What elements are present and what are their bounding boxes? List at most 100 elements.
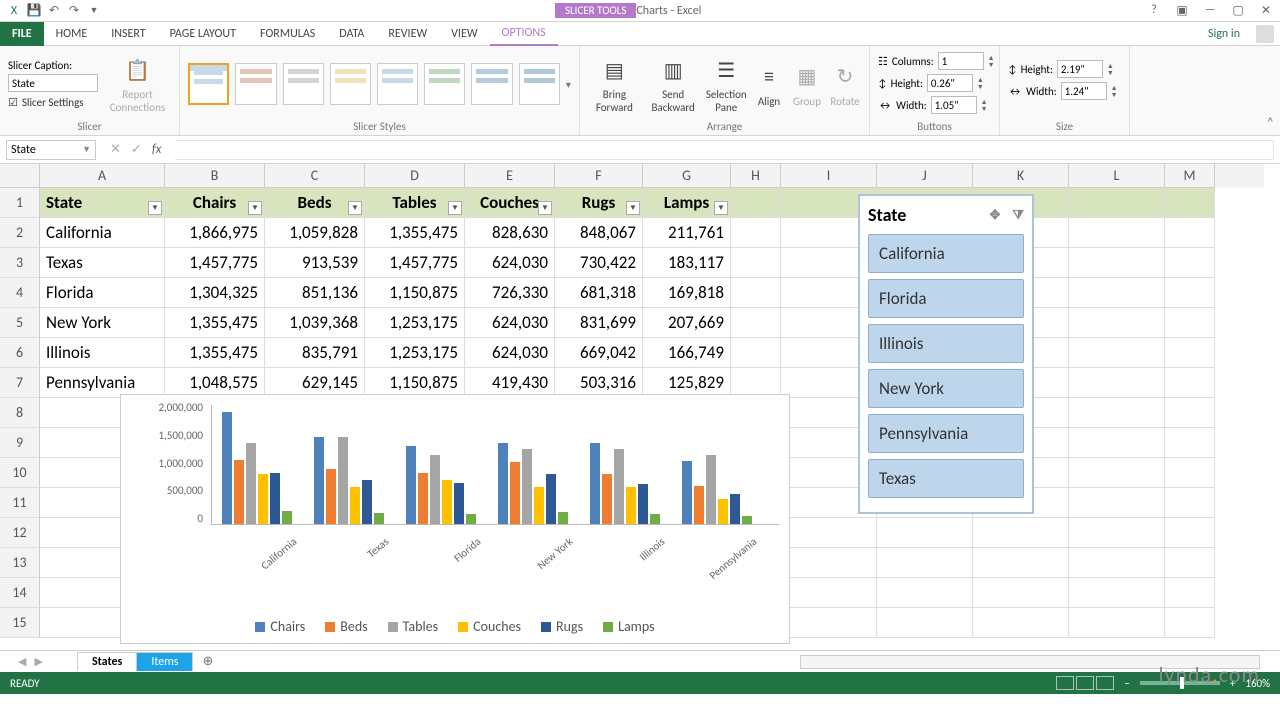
column-header[interactable]: J [877, 164, 973, 188]
cell[interactable] [877, 518, 973, 548]
tab-formulas[interactable]: FORMULAS [248, 22, 327, 46]
cell[interactable]: 624,030 [465, 338, 555, 368]
cell[interactable] [1165, 518, 1215, 548]
redo-icon[interactable]: ↷ [66, 3, 82, 19]
row-header[interactable]: 11 [0, 488, 40, 518]
column-header[interactable]: C [265, 164, 365, 188]
filter-dropdown-icon[interactable]: ▼ [714, 201, 728, 215]
cell[interactable] [781, 518, 877, 548]
cell[interactable]: Tables▼ [365, 188, 465, 218]
minimize-icon[interactable]: — [1200, 3, 1220, 18]
cell[interactable]: 1,866,975 [165, 218, 265, 248]
cell[interactable]: 1,457,775 [365, 248, 465, 278]
filter-dropdown-icon[interactable]: ▼ [626, 201, 640, 215]
size-height-spinner[interactable]: ▲▼ [1107, 62, 1114, 76]
cell[interactable]: 1,150,875 [365, 278, 465, 308]
slicer-item[interactable]: New York [868, 369, 1024, 408]
cell[interactable]: New York [40, 308, 165, 338]
button-width-spinner[interactable]: ▲▼ [981, 98, 988, 112]
column-header[interactable]: I [781, 164, 877, 188]
cell[interactable] [1165, 278, 1215, 308]
column-header[interactable]: L [1069, 164, 1165, 188]
cell[interactable] [781, 578, 877, 608]
column-header[interactable]: K [973, 164, 1069, 188]
tab-page-layout[interactable]: PAGE LAYOUT [158, 22, 248, 46]
row-header[interactable]: 3 [0, 248, 40, 278]
cell[interactable] [1165, 548, 1215, 578]
tab-data[interactable]: DATA [327, 22, 376, 46]
cell[interactable]: Rugs▼ [555, 188, 643, 218]
cell[interactable] [1165, 398, 1215, 428]
row-header[interactable]: 15 [0, 608, 40, 638]
columns-spinner[interactable]: ▲▼ [988, 54, 995, 68]
row-header[interactable]: 10 [0, 458, 40, 488]
cell[interactable] [781, 608, 877, 638]
cell[interactable] [877, 548, 973, 578]
cell[interactable] [1069, 218, 1165, 248]
formula-input[interactable] [175, 140, 1274, 160]
cell[interactable]: Chairs▼ [165, 188, 265, 218]
normal-view-icon[interactable] [1056, 676, 1074, 690]
cell[interactable]: 851,136 [265, 278, 365, 308]
cell[interactable]: 169,818 [643, 278, 731, 308]
cell[interactable]: 207,669 [643, 308, 731, 338]
cell[interactable] [1069, 338, 1165, 368]
slicer-panel[interactable]: State ✥ ⧩ CaliforniaFloridaIllinoisNew Y… [858, 194, 1034, 514]
page-layout-view-icon[interactable] [1076, 676, 1094, 690]
cell[interactable]: 183,117 [643, 248, 731, 278]
size-height-input[interactable] [1057, 60, 1103, 78]
cell[interactable]: 730,422 [555, 248, 643, 278]
cell[interactable] [1165, 428, 1215, 458]
slicer-style-8[interactable] [519, 63, 560, 105]
slicer-style-5[interactable] [377, 63, 418, 105]
cell[interactable] [1165, 218, 1215, 248]
embedded-chart[interactable]: 2,000,0001,500,0001,000,000500,0000 Cali… [120, 394, 790, 644]
slicer-item[interactable]: Texas [868, 459, 1024, 498]
cell[interactable]: Illinois [40, 338, 165, 368]
cell[interactable] [1165, 308, 1215, 338]
cell[interactable] [1069, 488, 1165, 518]
cell[interactable]: 1,355,475 [165, 308, 265, 338]
cell[interactable]: 848,067 [555, 218, 643, 248]
cell[interactable]: 1,059,828 [265, 218, 365, 248]
slicer-style-6[interactable] [424, 63, 465, 105]
row-header[interactable]: 14 [0, 578, 40, 608]
sign-in-link[interactable]: Sign in [1208, 27, 1250, 41]
column-header[interactable]: B [165, 164, 265, 188]
styles-more-icon[interactable]: ▾ [566, 78, 571, 91]
cell[interactable] [1069, 548, 1165, 578]
cell[interactable] [1165, 338, 1215, 368]
close-icon[interactable]: ✕ [1256, 3, 1276, 18]
cell[interactable] [973, 548, 1069, 578]
cell[interactable] [1069, 188, 1165, 218]
cell[interactable] [1069, 578, 1165, 608]
column-headers[interactable]: ABCDEFGHIJKLM [40, 164, 1264, 188]
slicer-settings-button[interactable]: ☑ Slicer Settings [8, 96, 98, 109]
slicer-style-2[interactable] [235, 63, 276, 105]
row-header[interactable]: 2 [0, 218, 40, 248]
move-icon[interactable]: ✥ [989, 208, 1000, 223]
cell[interactable] [1165, 488, 1215, 518]
cell[interactable] [1069, 428, 1165, 458]
slicer-style-3[interactable] [283, 63, 324, 105]
button-width-input[interactable] [931, 96, 977, 114]
cell[interactable] [1165, 368, 1215, 398]
cell[interactable]: 828,630 [465, 218, 555, 248]
page-break-view-icon[interactable] [1096, 676, 1114, 690]
add-sheet-icon[interactable]: ⊕ [192, 654, 223, 669]
cell[interactable] [731, 218, 781, 248]
slicer-item[interactable]: California [868, 234, 1024, 273]
zoom-out-icon[interactable]: − [1124, 677, 1129, 690]
size-width-input[interactable] [1061, 82, 1107, 100]
selection-pane-button[interactable]: ☰Selection Pane [706, 54, 747, 114]
column-header[interactable]: E [465, 164, 555, 188]
column-header[interactable]: D [365, 164, 465, 188]
cell[interactable] [1069, 308, 1165, 338]
row-headers[interactable]: 123456789101112131415 [0, 188, 40, 638]
sheet-tab-states[interactable]: States [77, 652, 137, 671]
undo-icon[interactable]: ↶ [46, 3, 62, 19]
cell[interactable] [731, 188, 781, 218]
cell[interactable] [1069, 458, 1165, 488]
send-backward-button[interactable]: ▥Send Backward [647, 54, 700, 114]
name-box[interactable]: State▼ [6, 140, 96, 160]
